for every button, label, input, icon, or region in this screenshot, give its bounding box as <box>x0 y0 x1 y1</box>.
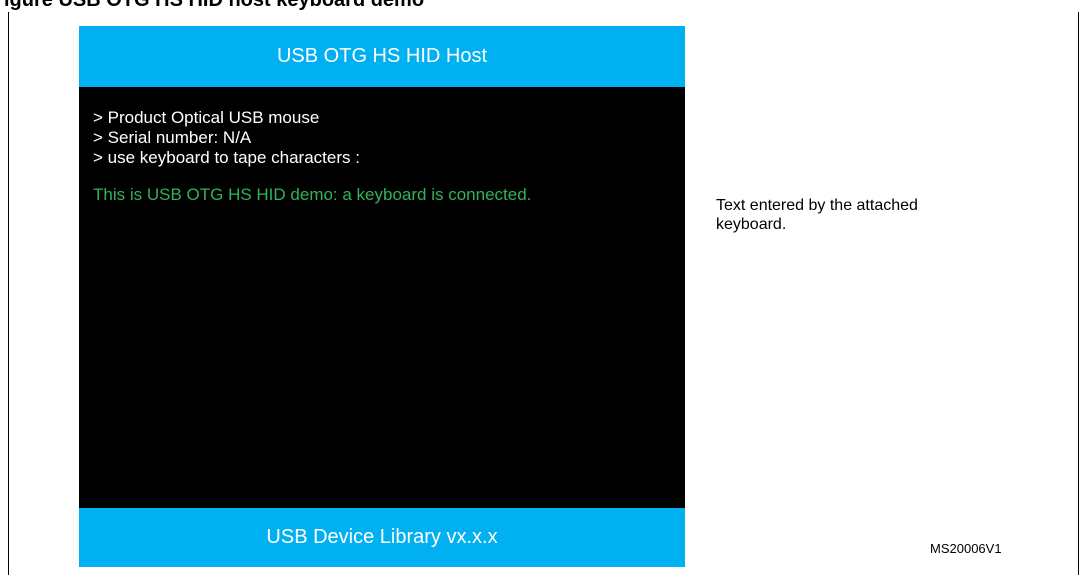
screen-footer: USB Device Library vx.x.x <box>79 508 685 567</box>
typed-text-annotation: Text entered by the attached keyboard. <box>716 197 918 233</box>
library-version-label: USB Device Library vx.x.x <box>266 526 498 548</box>
figure-id-label: MS20006V1 <box>930 541 1002 556</box>
lcd-screen: USB OTG HS HID Host > Product Optical US… <box>79 26 685 567</box>
screen-body: > Product Optical USB mouse > Serial num… <box>93 108 675 205</box>
serial-number-line: > Serial number: N/A <box>93 128 252 147</box>
keyboard-prompt-line: > use keyboard to tape characters : <box>93 148 360 167</box>
figure-caption: igure USB OTG HS HID host keyboard demo <box>4 0 425 11</box>
figure: igure USB OTG HS HID host keyboard demo … <box>0 0 1084 575</box>
figure-caption-strip: igure USB OTG HS HID host keyboard demo <box>0 0 1084 12</box>
product-info-line: > Product Optical USB mouse <box>93 108 320 127</box>
screen-header: USB OTG HS HID Host <box>79 26 685 87</box>
typed-text-line: This is USB OTG HS HID demo: a keyboard … <box>93 185 532 204</box>
screen-header-title: USB OTG HS HID Host <box>276 45 488 67</box>
